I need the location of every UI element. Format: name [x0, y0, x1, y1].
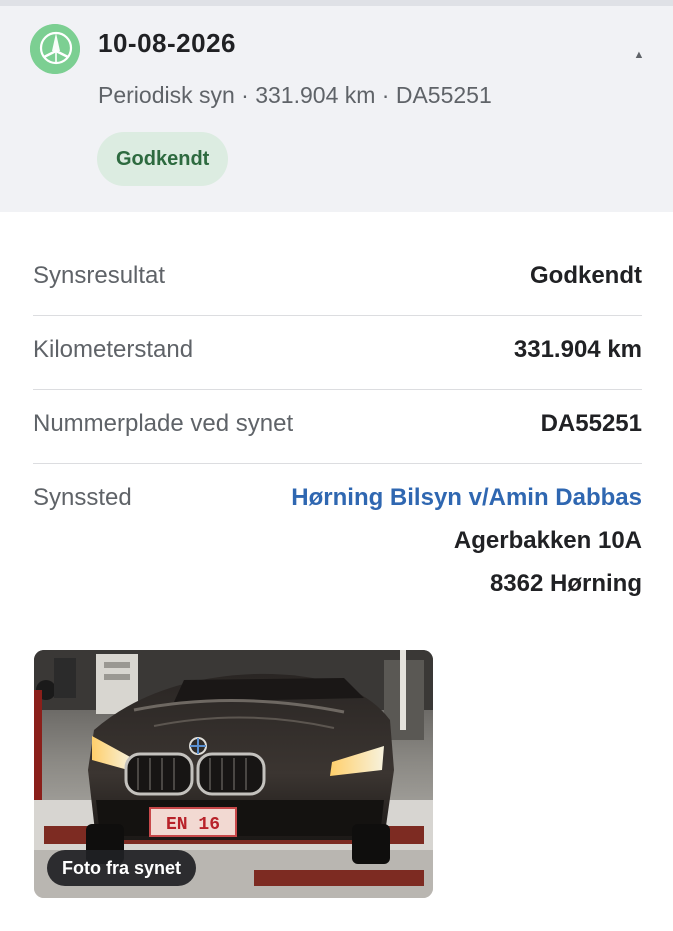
- inspection-station-link[interactable]: Hørning Bilsyn v/Amin Dabbas: [291, 484, 642, 512]
- status-badge: Godkendt: [97, 132, 229, 186]
- photo-caption: Foto fra synet: [47, 850, 197, 886]
- detail-value: Godkendt: [530, 262, 642, 289]
- place-value: Hørning Bilsyn v/Amin Dabbas Agerbakken …: [291, 484, 642, 598]
- detail-value: 331.904 km: [513, 336, 642, 363]
- detail-row-result: Synsresultat Godkendt: [33, 242, 642, 316]
- chevron-up-icon[interactable]: ▲: [630, 46, 648, 64]
- detail-label: Synsresultat: [33, 262, 166, 289]
- inspection-photo[interactable]: EN 16 Foto fra synet: [34, 650, 433, 898]
- inspection-logo-icon: [30, 24, 80, 74]
- inspection-header[interactable]: 10-08-2026 ▲ Periodisk syn · 331.904 km …: [0, 6, 673, 212]
- detail-row-place: Synssted Hørning Bilsyn v/Amin Dabbas Ag…: [33, 464, 642, 614]
- detail-label: Kilometerstand: [33, 336, 194, 363]
- detail-row-mileage: Kilometerstand 331.904 km: [33, 316, 642, 390]
- detail-row-plate: Nummerplade ved synet DA55251: [33, 390, 642, 464]
- detail-value: DA55251: [540, 410, 642, 437]
- inspection-summary: Periodisk syn · 331.904 km · DA55251: [98, 82, 492, 108]
- address-city: 8362 Hørning: [489, 570, 642, 597]
- inspection-details: Synsresultat Godkendt Kilometerstand 331…: [33, 242, 642, 614]
- detail-label: Nummerplade ved synet: [33, 410, 294, 437]
- address-street: Agerbakken 10A: [453, 527, 642, 554]
- plate-text: EN 16: [166, 815, 220, 835]
- inspection-date: 10-08-2026: [98, 28, 236, 58]
- detail-label: Synssted: [33, 484, 132, 511]
